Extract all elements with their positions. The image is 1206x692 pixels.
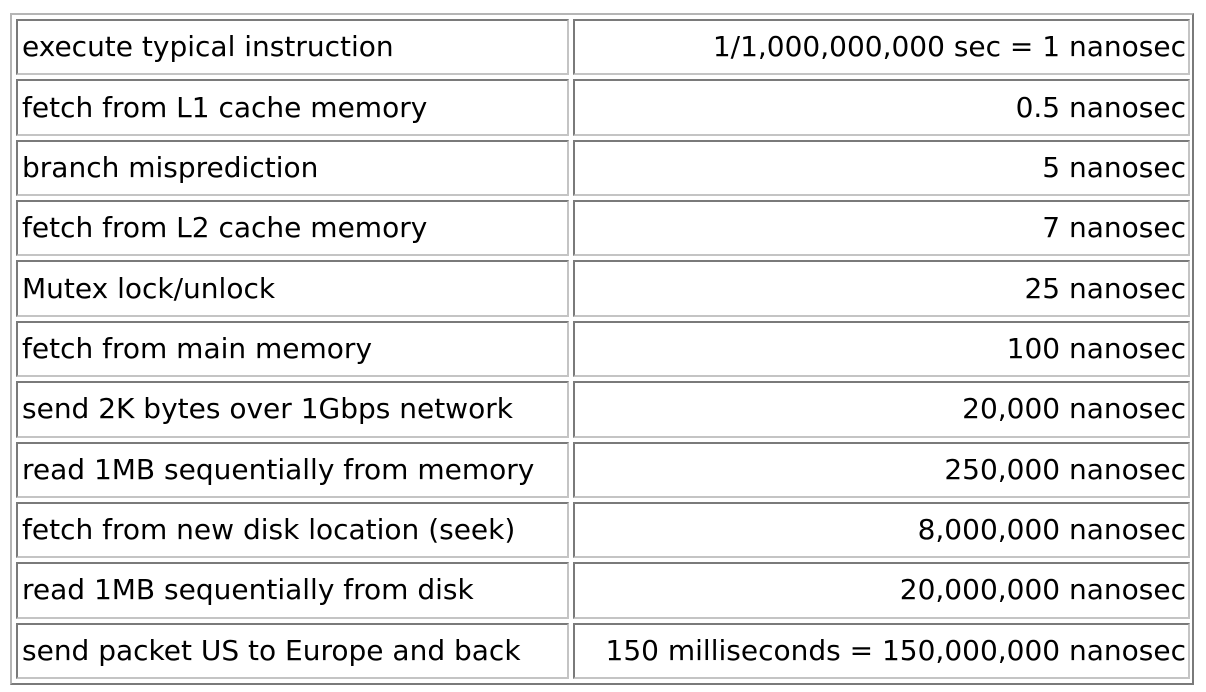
time-cell: 8,000,000 nanosec [573,501,1190,559]
table-row: branch misprediction 5 nanosec [16,139,1190,197]
time-cell: 1/1,000,000,000 sec = 1 nanosec [573,19,1190,76]
operation-cell: send 2K bytes over 1Gbps network [16,381,569,438]
operation-cell: read 1MB sequentially from disk [16,562,569,619]
operation-cell: Mutex lock/unlock [16,260,569,317]
time-cell: 150 milliseconds = 150,000,000 nanosec [573,622,1190,679]
table-row: send packet US to Europe and back 150 mi… [16,622,1190,679]
table-row: read 1MB sequentially from disk 20,000,0… [16,562,1190,619]
table-row: fetch from L1 cache memory 0.5 nanosec [16,79,1190,136]
latency-table: execute typical instruction 1/1,000,000,… [12,15,1194,683]
table-row: read 1MB sequentially from memory 250,00… [16,441,1190,498]
time-cell: 5 nanosec [573,139,1190,197]
operation-cell: send packet US to Europe and back [16,622,569,679]
latency-table-frame: execute typical instruction 1/1,000,000,… [10,13,1194,685]
table-row: Mutex lock/unlock 25 nanosec [16,260,1190,317]
time-cell: 25 nanosec [573,260,1190,317]
time-cell: 100 nanosec [573,320,1190,378]
operation-cell: branch misprediction [16,139,569,197]
time-cell: 20,000 nanosec [573,381,1190,438]
time-cell: 7 nanosec [573,200,1190,257]
time-cell: 20,000,000 nanosec [573,562,1190,619]
operation-cell: fetch from L2 cache memory [16,200,569,257]
operation-cell: read 1MB sequentially from memory [16,441,569,498]
time-cell: 250,000 nanosec [573,441,1190,498]
operation-cell: fetch from main memory [16,320,569,378]
time-cell: 0.5 nanosec [573,79,1190,136]
table-row: fetch from L2 cache memory 7 nanosec [16,200,1190,257]
operation-cell: execute typical instruction [16,19,569,76]
operation-cell: fetch from new disk location (seek) [16,501,569,559]
table-row: fetch from main memory 100 nanosec [16,320,1190,378]
table-row: send 2K bytes over 1Gbps network 20,000 … [16,381,1190,438]
table-row: execute typical instruction 1/1,000,000,… [16,19,1190,76]
table-row: fetch from new disk location (seek) 8,00… [16,501,1190,559]
operation-cell: fetch from L1 cache memory [16,79,569,136]
